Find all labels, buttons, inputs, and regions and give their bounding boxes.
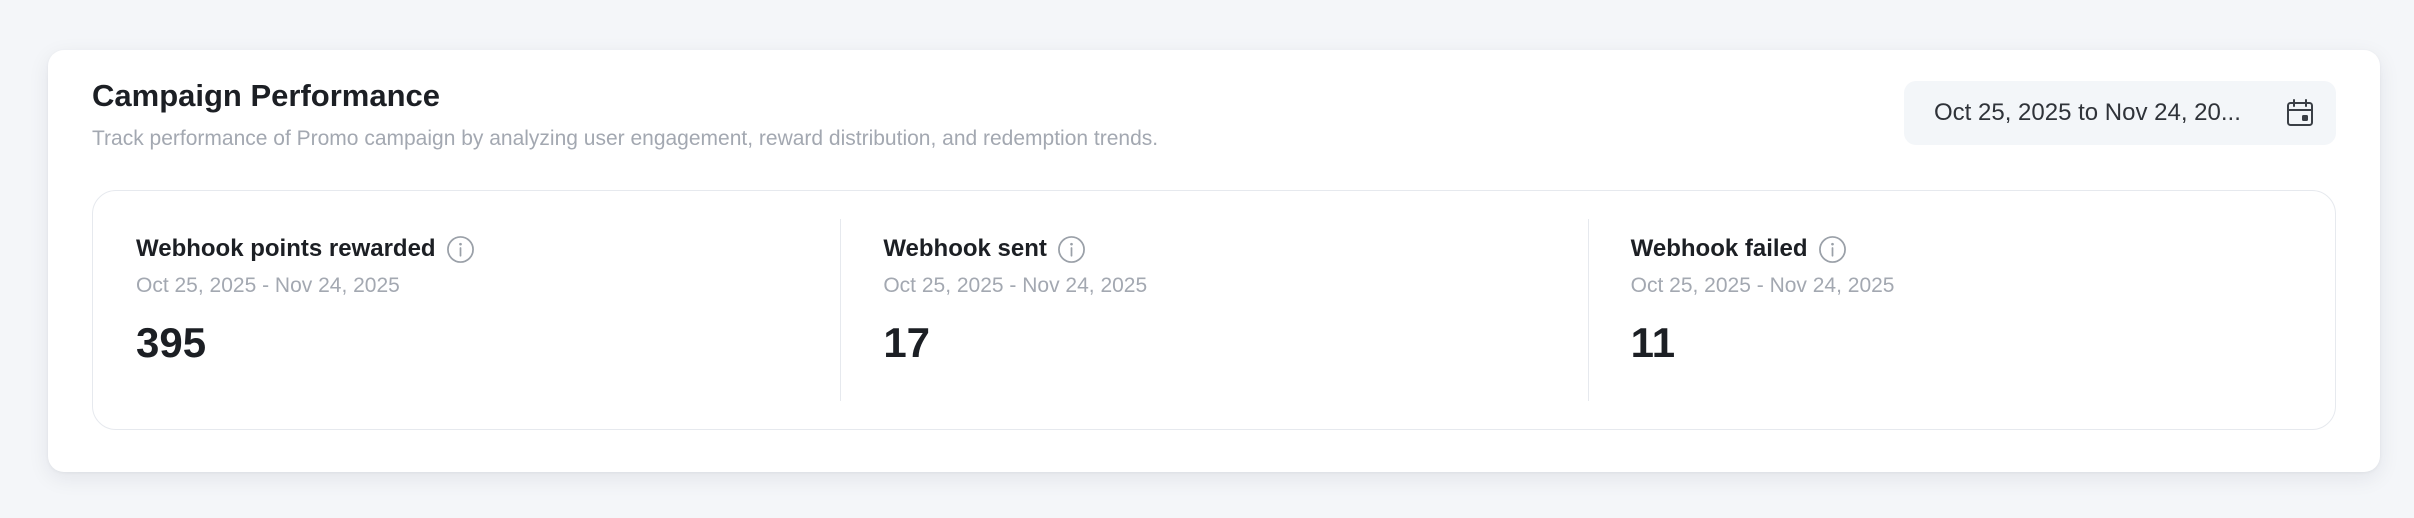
stat-date-range: Oct 25, 2025 - Nov 24, 2025	[883, 274, 1148, 297]
stat-value: 17	[883, 319, 931, 366]
stat-label: Webhook points rewarded	[136, 235, 436, 262]
stat-label: Webhook failed	[1630, 235, 1808, 262]
date-range-picker[interactable]: Oct 25, 2025 to Nov 24, 20...	[1904, 81, 2336, 145]
stat-value: 11	[1630, 319, 1676, 366]
stat-date-range: Oct 25, 2025 - Nov 24, 2025	[136, 274, 400, 297]
stats-panel: Webhook points rewarded Oct 25, 2025 - N…	[92, 190, 2336, 430]
page-title: Campaign Performance	[92, 78, 440, 113]
stat-label-row: Webhook points rewarded	[136, 231, 840, 267]
stat-label-row: Webhook sent	[883, 231, 1587, 267]
stat-date-range: Oct 25, 2025 - Nov 24, 2025	[1630, 274, 1895, 297]
campaign-performance-card: Campaign Performance Track performance o…	[48, 50, 2380, 472]
stat-value: 395	[136, 319, 207, 366]
info-icon[interactable]	[1057, 235, 1086, 264]
stat-webhook-sent: Webhook sent Oct 25, 2025 - Nov 24, 2025…	[840, 191, 1587, 429]
calendar-icon	[2287, 99, 2313, 126]
page-subtitle: Track performance of Promo campaign by a…	[92, 127, 1159, 150]
date-range-text: Oct 25, 2025 to Nov 24, 20...	[1934, 99, 2241, 126]
info-icon[interactable]	[1818, 235, 1847, 264]
stat-webhook-failed: Webhook failed Oct 25, 2025 - Nov 24, 20…	[1587, 191, 2335, 429]
stat-label-row: Webhook failed	[1631, 231, 2335, 267]
stat-webhook-points-rewarded: Webhook points rewarded Oct 25, 2025 - N…	[93, 191, 840, 429]
info-icon[interactable]	[446, 235, 475, 264]
stat-label: Webhook sent	[883, 235, 1047, 262]
